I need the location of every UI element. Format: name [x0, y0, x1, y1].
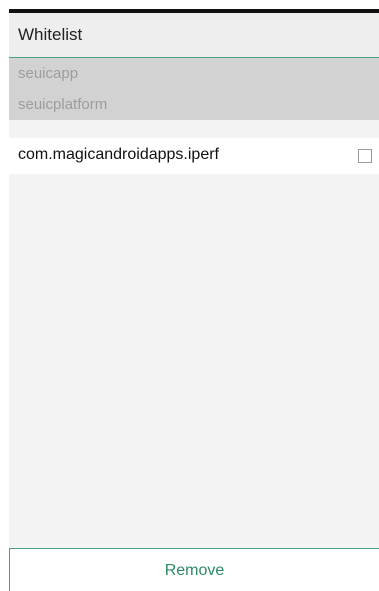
list-item-label: seuicplatform	[18, 96, 108, 113]
item-checkbox[interactable]	[358, 149, 372, 163]
title-bar: Whitelist	[9, 13, 379, 58]
list-item-app[interactable]: com.magicandroidapps.iperf	[9, 138, 379, 174]
list-item-label: com.magicandroidapps.iperf	[18, 146, 219, 163]
whitelist-panel: Whitelist seuicapp seuicplatform com.mag…	[9, 13, 379, 591]
app-screen: Whitelist seuicapp seuicplatform com.mag…	[0, 0, 379, 591]
page-title: Whitelist	[18, 25, 83, 44]
remove-button-label: Remove	[164, 562, 225, 579]
list-item-system[interactable]: seuicapp	[9, 58, 379, 89]
remove-button[interactable]: Remove	[9, 548, 379, 591]
list-item-system[interactable]: seuicplatform	[9, 89, 379, 120]
list-item-label: seuicapp	[18, 65, 79, 82]
